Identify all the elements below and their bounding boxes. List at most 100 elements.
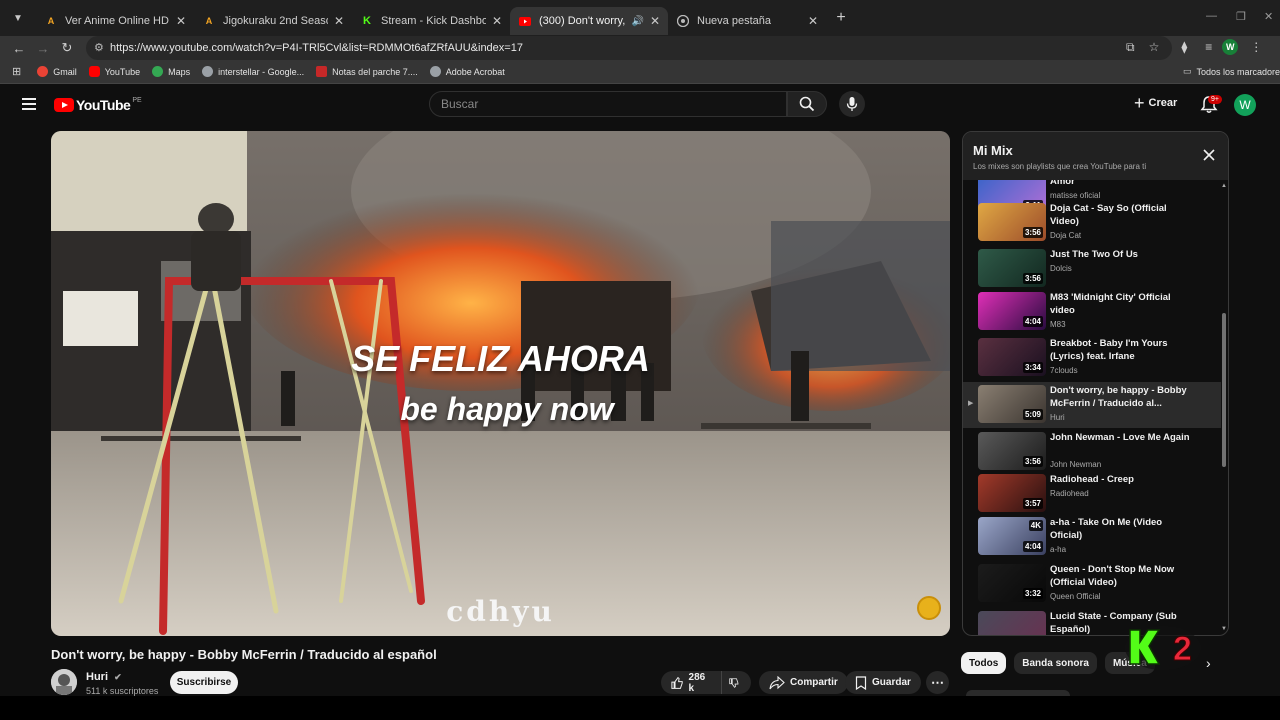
back-icon[interactable]: ←	[7, 41, 31, 56]
notification-badge: 9+	[1208, 95, 1222, 104]
scroll-up-icon[interactable]: ▲	[1221, 183, 1227, 189]
mix-item[interactable]: 3:34 Breakbot - Baby I'm Yours (Lyrics) f…	[963, 335, 1221, 381]
scroll-down-icon[interactable]: ▼	[1221, 626, 1227, 632]
mix-item-thumbnail[interactable]: 3:56	[978, 249, 1046, 287]
mix-item-thumbnail[interactable]: 3:32	[978, 564, 1046, 602]
share-icon	[769, 675, 785, 689]
mix-item[interactable]: 3:57 Radiohead - Creep Radiohead	[963, 471, 1221, 517]
forward-icon[interactable]: →	[31, 41, 55, 56]
mix-item-thumbnail[interactable]: 4K 4:04	[978, 517, 1046, 555]
extensions-icon[interactable]: ⧫	[1181, 40, 1187, 54]
media-icon[interactable]: ≡	[1205, 40, 1212, 54]
mix-item[interactable]: 3:56 John Newman - Love Me Again John Newm…	[963, 429, 1221, 475]
install-app-icon[interactable]: ⧉	[1126, 40, 1135, 55]
browser-menu-icon[interactable]: ⋮	[1250, 40, 1262, 54]
maps-pin-icon	[152, 66, 164, 77]
mix-item-thumbnail[interactable]: 5:09	[978, 385, 1046, 423]
tab-close-icon[interactable]: ✕	[492, 14, 502, 28]
mix-item-title: Amor	[1050, 180, 1075, 187]
mix-item-thumbnail[interactable]: 3:56	[978, 432, 1046, 470]
k2-overlay-logo: 2	[1125, 626, 1201, 670]
minimize-icon[interactable]: —	[1206, 10, 1217, 22]
mix-item-channel: Radiohead	[1050, 489, 1089, 498]
riot-icon	[316, 66, 328, 77]
chip-banda-sonora[interactable]: Banda sonora	[1014, 652, 1097, 674]
speaker-icon[interactable]: 🔊	[631, 16, 643, 27]
like-button[interactable]: 286 k	[661, 671, 721, 694]
mix-item-duration: 3:56	[1022, 273, 1043, 284]
site-info-icon[interactable]: ⚙	[94, 41, 104, 54]
channel-avatar[interactable]	[51, 669, 77, 695]
mix-scrollbar[interactable]: ▲ ▼	[1221, 180, 1228, 635]
mix-item-channel: Doja Cat	[1050, 231, 1082, 240]
tab-close-icon[interactable]: ✕	[176, 14, 186, 28]
browser-tab-active[interactable]: (300) Don't worry, be happ 🔊 ✕	[510, 7, 668, 35]
mix-item-thumbnail[interactable]: 3:57	[978, 474, 1046, 512]
save-button[interactable]: Guardar	[845, 671, 921, 694]
mix-item[interactable]: 3:32 Queen - Don't Stop Me Now (Official …	[963, 561, 1221, 607]
mix-item-thumbnail[interactable]	[978, 611, 1046, 635]
chip-todos[interactable]: Todos	[961, 652, 1007, 674]
youtube-logo[interactable]: YouTube PE	[54, 97, 142, 113]
bookmark-maps[interactable]: Maps	[152, 66, 190, 77]
bookmark-gmail[interactable]: Gmail	[37, 66, 77, 77]
restore-icon[interactable]: ❐	[1236, 10, 1246, 23]
mix-item[interactable]: 3:56 Doja Cat - Say So (Official Video) Do…	[963, 200, 1221, 246]
mix-item-thumbnail[interactable]: 3:34	[978, 338, 1046, 376]
menu-icon[interactable]	[22, 98, 36, 113]
subscribe-button[interactable]: Suscribirse	[170, 671, 238, 694]
more-actions-button[interactable]: ⋯	[926, 671, 949, 694]
thumbs-up-icon	[671, 676, 683, 689]
bookmark-notas[interactable]: Notas del parche 7....	[316, 66, 418, 77]
search-button[interactable]	[787, 91, 827, 117]
animeflv-icon: A	[47, 16, 55, 26]
tab-close-icon[interactable]: ✕	[808, 14, 818, 28]
voice-search-button[interactable]	[839, 91, 865, 117]
mix-item-current[interactable]: ▶ 5:09 Don't worry, be happy - Bobby McFer…	[963, 382, 1221, 428]
browser-tab[interactable]: A Jigokuraku 2nd Season Online ✕	[194, 7, 352, 35]
account-avatar[interactable]: W	[1234, 94, 1256, 116]
mix-item-duration: 3:57	[1022, 498, 1043, 509]
share-button[interactable]: Compartir	[759, 671, 848, 694]
tab-search-button[interactable]: ▼	[0, 0, 36, 36]
mix-item[interactable]: 4K 4:04 a-ha - Take On Me (Video Oficial) a…	[963, 514, 1221, 560]
verified-icon: ✔	[114, 672, 122, 682]
tab-close-icon[interactable]: ✕	[650, 14, 660, 28]
reaction-emoji-icon[interactable]	[917, 596, 941, 620]
bookmark-interstellar[interactable]: interstellar - Google...	[202, 66, 304, 77]
close-window-icon[interactable]: ✕	[1264, 10, 1273, 23]
browser-tab[interactable]: A Ver Anime Online HD - AnimeF ✕	[36, 7, 194, 35]
taskbar-edge	[0, 696, 1280, 720]
close-icon[interactable]	[1203, 149, 1215, 161]
bookmark-star-icon[interactable]: ☆	[1149, 40, 1160, 54]
mix-header: Mi Mix Los mixes son playlists que crea …	[963, 132, 1228, 180]
mix-item-channel: Queen Official	[1050, 592, 1101, 601]
plus-icon: +	[1134, 93, 1145, 113]
mix-item-channel: matisse oficial	[1050, 191, 1101, 200]
mix-item-thumbnail[interactable]: 3:56	[978, 203, 1046, 241]
profile-avatar[interactable]: W	[1222, 39, 1239, 55]
apps-grid-icon[interactable]: ⊞	[12, 65, 21, 78]
mix-item[interactable]: 3:56 Just The Two Of Us Dolcis	[963, 246, 1221, 292]
browser-tab[interactable]: K Stream - Kick Dashboard ✕	[352, 7, 510, 35]
bookmark-adobe[interactable]: Adobe Acrobat	[429, 66, 505, 77]
all-bookmarks[interactable]: ▭ Todos los marcadores	[1183, 66, 1280, 77]
scrollbar-thumb[interactable]	[1222, 313, 1226, 467]
dislike-button[interactable]	[721, 671, 751, 694]
video-watermark: cdhyu	[446, 595, 555, 628]
bookmark-youtube[interactable]: YouTube	[88, 66, 140, 77]
create-button[interactable]: + Crear	[1134, 93, 1177, 113]
mix-item-channel: Huri	[1050, 413, 1065, 422]
browser-tab[interactable]: Nueva pestaña ✕	[668, 7, 826, 35]
reload-icon[interactable]: ↻	[55, 40, 79, 56]
url-bar[interactable]: ⚙ https://www.youtube.com/watch?v=P4I-TR…	[86, 36, 1172, 60]
mix-item-thumbnail[interactable]: 4:04	[978, 292, 1046, 330]
microphone-icon	[846, 97, 858, 111]
channel-name[interactable]: Huri ✔	[86, 671, 122, 683]
video-player[interactable]: SE FELIZ AHORA be happy now cdhyu	[51, 131, 950, 636]
tab-close-icon[interactable]: ✕	[334, 14, 344, 28]
mix-item[interactable]: 4:04 M83 'Midnight City' Official video M8…	[963, 289, 1221, 335]
chevron-right-icon[interactable]: ›	[1206, 655, 1211, 671]
search-input[interactable]: Buscar	[429, 91, 787, 117]
new-tab-button[interactable]: +	[826, 9, 856, 27]
